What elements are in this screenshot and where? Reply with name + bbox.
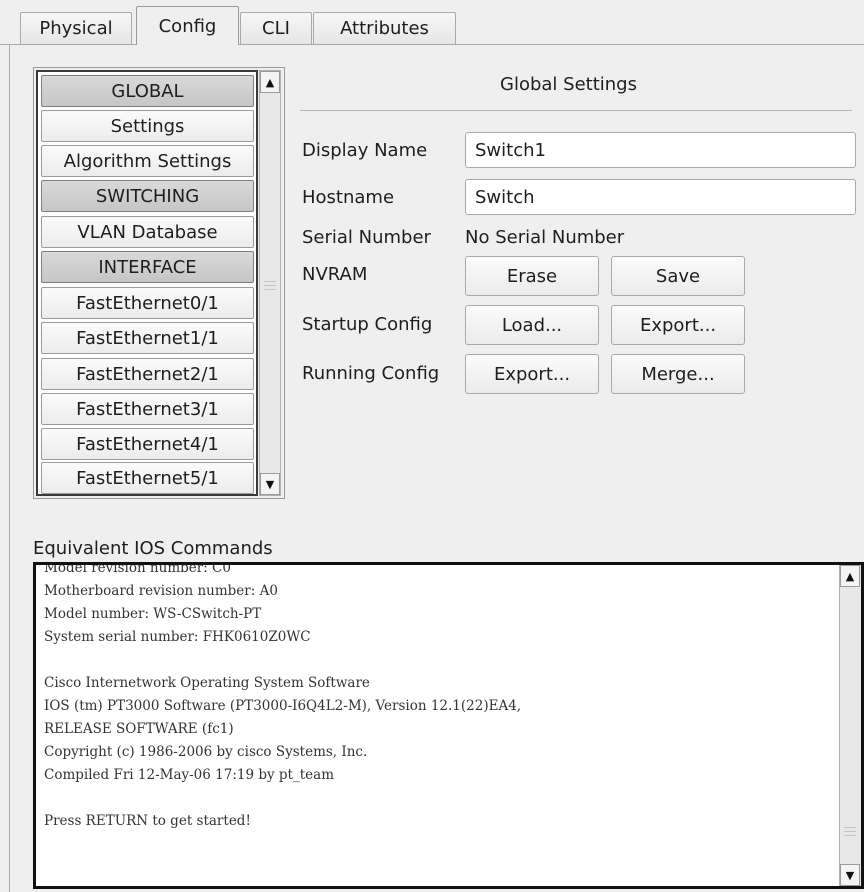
sidebar-header-interface[interactable]: INTERFACE	[41, 251, 254, 283]
sidebar-item-settings[interactable]: Settings	[41, 110, 254, 142]
console-scrollbar[interactable]: ▲ ▼	[839, 565, 861, 886]
sidebar-item-fastethernet0-1[interactable]: FastEthernet0/1	[41, 287, 254, 319]
scroll-down-button[interactable]: ▼	[260, 473, 280, 495]
section-divider	[300, 110, 852, 111]
tab-bar: Physical Config CLI Attributes	[0, 0, 864, 45]
sidebar-item-fastethernet1-1[interactable]: FastEthernet1/1	[41, 322, 254, 354]
config-nav-list: GLOBAL Settings Algorithm Settings SWITC…	[33, 67, 285, 499]
nvram-label: NVRAM	[302, 264, 368, 285]
tab-cli[interactable]: CLI	[240, 12, 312, 44]
hostname-field[interactable]: Switch	[465, 179, 856, 215]
running-merge-button[interactable]: Merge...	[611, 354, 745, 394]
serial-number-label: Serial Number	[302, 227, 431, 248]
sidebar-item-algorithm-settings[interactable]: Algorithm Settings	[41, 145, 254, 177]
console-line: RELEASE SOFTWARE (fc1)	[44, 721, 234, 737]
display-name-field[interactable]: Switch1	[465, 132, 856, 168]
sidebar-item-fastethernet3-1[interactable]: FastEthernet3/1	[41, 393, 254, 425]
console-line: Motherboard revision number: A0	[44, 583, 278, 599]
sidebar-item-fastethernet2-1[interactable]: FastEthernet2/1	[41, 358, 254, 390]
console-scroll-down-button[interactable]: ▼	[840, 864, 860, 886]
startup-export-button[interactable]: Export...	[611, 305, 745, 345]
sidebar-header-global[interactable]: GLOBAL	[41, 75, 254, 107]
console-line: Press RETURN to get started!	[44, 813, 251, 829]
ios-commands-label: Equivalent IOS Commands	[33, 538, 273, 559]
save-button[interactable]: Save	[611, 256, 745, 296]
scroll-up-button[interactable]: ▲	[260, 71, 280, 93]
sidebar-item-fastethernet4-1[interactable]: FastEthernet4/1	[41, 428, 254, 460]
global-settings-title: Global Settings	[500, 74, 637, 95]
ios-commands-console[interactable]: Model revision number: C0 Motherboard rev…	[33, 562, 864, 889]
console-line: Cisco Internetwork Operating System Soft…	[44, 675, 370, 691]
serial-number-value: No Serial Number	[465, 227, 625, 248]
display-name-label: Display Name	[302, 140, 428, 161]
hostname-label: Hostname	[302, 187, 395, 208]
triangle-up-icon: ▲	[265, 75, 275, 89]
triangle-down-icon: ▼	[845, 868, 855, 882]
console-line: System serial number: FHK0610Z0WC	[44, 629, 311, 645]
console-line: Compiled Fri 12-May-06 17:19 by pt_team	[44, 767, 334, 783]
tab-attributes[interactable]: Attributes	[313, 12, 456, 44]
triangle-down-icon: ▼	[265, 477, 275, 491]
startup-load-button[interactable]: Load...	[465, 305, 599, 345]
console-line: Model number: WS-CSwitch-PT	[44, 606, 262, 622]
console-output: Model revision number: C0 Motherboard rev…	[44, 562, 834, 833]
console-line: Model revision number: C0	[44, 562, 231, 576]
running-config-label: Running Config	[302, 363, 440, 384]
tab-config[interactable]: Config	[136, 6, 239, 45]
console-line: Copyright (c) 1986-2006 by cisco Systems…	[44, 744, 368, 760]
sidebar-header-switching[interactable]: SWITCHING	[41, 180, 254, 212]
console-scroll-up-button[interactable]: ▲	[840, 565, 860, 587]
erase-button[interactable]: Erase	[465, 256, 599, 296]
config-nav-items: GLOBAL Settings Algorithm Settings SWITC…	[36, 70, 258, 496]
triangle-up-icon: ▲	[845, 569, 855, 583]
nav-scrollbar[interactable]: ▲ ▼	[259, 70, 281, 496]
sidebar-item-vlan-database[interactable]: VLAN Database	[41, 216, 254, 248]
console-line: IOS (tm) PT3000 Software (PT3000-I6Q4L2-…	[44, 698, 522, 714]
tab-physical[interactable]: Physical	[20, 12, 132, 44]
running-export-button[interactable]: Export...	[465, 354, 599, 394]
sidebar-item-fastethernet5-1[interactable]: FastEthernet5/1	[41, 462, 254, 494]
startup-config-label: Startup Config	[302, 314, 433, 335]
